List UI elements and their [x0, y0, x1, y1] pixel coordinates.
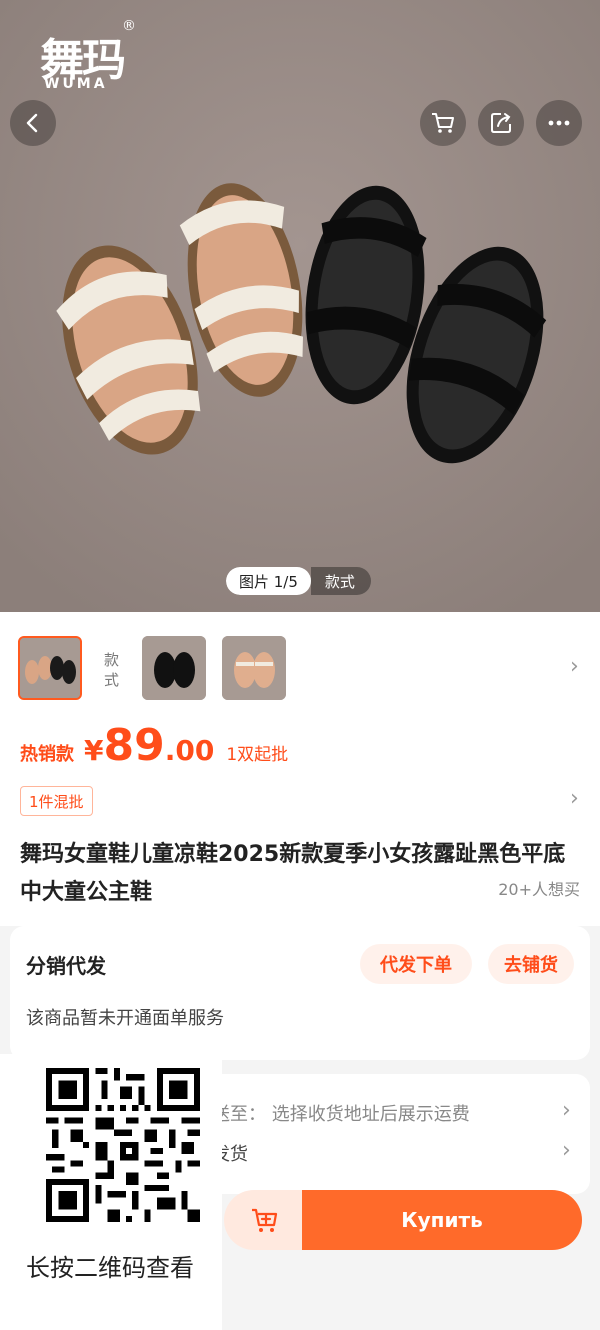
- product-page: 舞玛 WUMA ® 图片 1/5 款式 款式 › 热销款 ¥ 89 .00 1双…: [0, 0, 600, 1330]
- hot-label: 热销款: [20, 744, 74, 765]
- chevron-right-icon: ›: [570, 654, 579, 679]
- image-counter: 图片 1/5 款式: [226, 567, 371, 595]
- variant-thumb-black[interactable]: [142, 636, 206, 700]
- distribution-card: 分销代发 代发下单 去铺货 该商品暂未开通面单服务: [10, 926, 590, 1060]
- distribution-heading: 分销代发: [26, 954, 106, 978]
- buy-button[interactable]: Купить: [302, 1190, 582, 1250]
- variant-thumb-beige[interactable]: [222, 636, 286, 700]
- dropship-order-button[interactable]: 代发下单: [360, 944, 472, 984]
- chevron-right-icon: ›: [562, 1138, 571, 1163]
- registered-mark: ®: [122, 18, 136, 34]
- product-title: 舞玛女童鞋儿童凉鞋2025新款夏季小女孩露趾黑色平底中大童公主鞋: [20, 842, 566, 905]
- price-decimal: .00: [164, 734, 215, 767]
- variant-thumb-image: [20, 638, 80, 698]
- brand-logo-en: WUMA: [44, 76, 108, 92]
- share-button[interactable]: [478, 100, 524, 146]
- qr-code-icon[interactable]: [46, 1068, 200, 1222]
- share-icon: [491, 113, 511, 133]
- waybill-note: 该商品暂未开通面单服务: [26, 1008, 224, 1029]
- list-to-shop-button[interactable]: 去铺货: [488, 944, 574, 984]
- style-label: 款式: [104, 651, 120, 689]
- mix-batch-tag[interactable]: 1件混批: [20, 786, 93, 816]
- chevron-left-icon: [26, 113, 38, 133]
- variant-selector[interactable]: 款式 ›: [0, 614, 600, 724]
- qr-caption: 长按二维码查看: [26, 1254, 194, 1282]
- price-row: 热销款 ¥ 89 .00 1双起批: [20, 724, 288, 776]
- cart-button[interactable]: [420, 100, 466, 146]
- min-order: 1双起批: [226, 745, 289, 765]
- cart-plus-icon: [252, 1208, 278, 1232]
- style-tab[interactable]: 款式: [310, 567, 371, 595]
- price-integer: 89: [103, 720, 165, 771]
- more-dots-icon: [548, 120, 570, 126]
- product-image[interactable]: 舞玛 WUMA ® 图片 1/5 款式: [0, 0, 600, 612]
- cart-icon: [432, 113, 454, 133]
- back-button[interactable]: [10, 100, 56, 146]
- qr-panel: 长按二维码查看: [0, 1054, 222, 1330]
- ship-to-row[interactable]: 送至： 选择收货地址后展示运费: [212, 1100, 470, 1126]
- chevron-right-icon: ›: [562, 1098, 571, 1123]
- variant-thumb-image: [142, 636, 206, 700]
- variant-thumb-image: [222, 636, 286, 700]
- chevron-right-icon[interactable]: ›: [570, 786, 579, 811]
- image-counter-text: 图片 1/5: [226, 567, 311, 595]
- more-button[interactable]: [536, 100, 582, 146]
- wants-count: 20+人想买: [498, 880, 580, 899]
- add-to-cart-button[interactable]: [224, 1190, 306, 1250]
- variant-thumb-all[interactable]: [18, 636, 82, 700]
- brand-logo: 舞玛 WUMA ®: [22, 18, 152, 106]
- price-currency: ¥: [84, 734, 104, 767]
